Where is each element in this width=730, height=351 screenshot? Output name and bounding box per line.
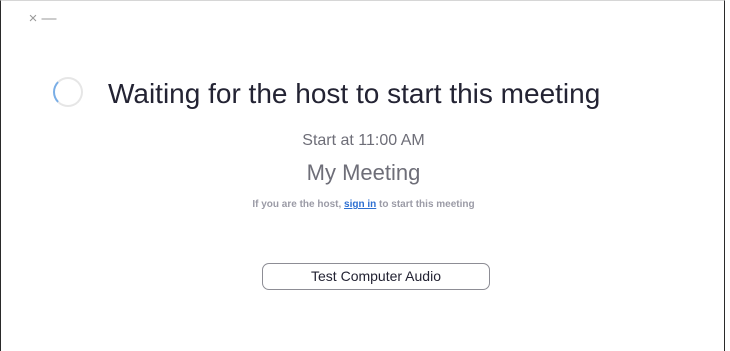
meeting-start-time: Start at 11:00 AM: [302, 132, 425, 149]
test-computer-audio-button[interactable]: Test Computer Audio: [262, 263, 490, 290]
host-note-suffix: to start this meeting: [376, 199, 475, 210]
waiting-room-window: × — Waiting for the host to start this m…: [0, 0, 725, 351]
host-note-prefix: If you are the host,: [252, 199, 345, 210]
sign-in-link[interactable]: sign in: [344, 199, 376, 210]
loading-spinner-icon: [53, 77, 83, 107]
meeting-title: My Meeting: [306, 160, 421, 185]
waiting-headline: Waiting for the host to start this meeti…: [108, 78, 601, 109]
close-icon[interactable]: ×: [25, 11, 41, 27]
minimize-icon[interactable]: —: [41, 11, 57, 27]
host-sign-in-note: If you are the host, sign in to start th…: [1, 198, 726, 212]
